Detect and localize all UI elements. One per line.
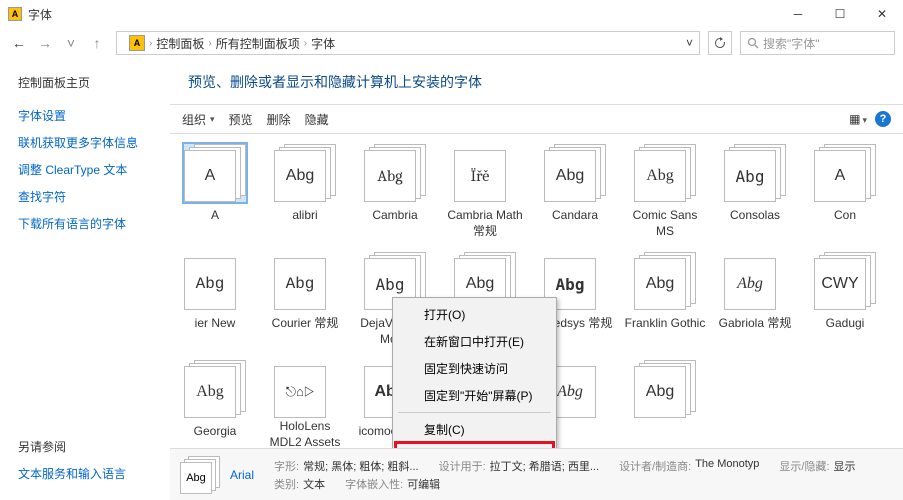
sidebar-seealso-head: 另请参阅 bbox=[18, 438, 158, 455]
font-item[interactable]: ⎋⌂▷HoloLens MDL2 Assets 常规 bbox=[260, 358, 350, 448]
view-options-dropdown[interactable]: ▦ bbox=[849, 112, 867, 126]
sidebar-link[interactable]: 字体设置 bbox=[18, 107, 158, 124]
details-label: 设计者/制造商: bbox=[619, 458, 691, 474]
font-label: Cambria Math 常规 bbox=[440, 208, 530, 239]
font-label: Georgia bbox=[192, 424, 239, 440]
window-title: 字体 bbox=[28, 6, 52, 23]
details-thumbnail: Abg bbox=[180, 456, 220, 494]
font-item[interactable]: AbgGeorgia bbox=[170, 358, 260, 448]
toolbar-preview[interactable]: 预览 bbox=[229, 111, 253, 128]
font-label: Cambria bbox=[370, 208, 419, 224]
nav-back-button[interactable]: ← bbox=[8, 32, 30, 54]
menu-item-open-new[interactable]: 在新窗口中打开(E) bbox=[396, 328, 553, 355]
font-label: Con bbox=[832, 208, 858, 224]
font-label: Courier 常规 bbox=[270, 316, 341, 332]
details-label: 字体嵌入性: bbox=[345, 476, 403, 492]
breadcrumb-dropdown-icon[interactable]: ˅ bbox=[686, 36, 693, 50]
font-item[interactable]: AbgConsolas bbox=[710, 142, 800, 250]
nav-recent-dropdown[interactable]: ˅ bbox=[60, 32, 82, 54]
font-label: Gadugi bbox=[824, 316, 867, 332]
page-title: 预览、删除或者显示和隐藏计算机上安装的字体 bbox=[170, 58, 903, 104]
toolbar-organize[interactable]: 组织 bbox=[182, 111, 215, 128]
details-value: 可编辑 bbox=[407, 476, 440, 492]
search-placeholder: 搜索"字体" bbox=[763, 35, 820, 52]
font-item[interactable]: ÏřěCambria Math 常规 bbox=[440, 142, 530, 250]
sidebar-link[interactable]: 下载所有语言的字体 bbox=[18, 215, 158, 232]
font-label: Consolas bbox=[728, 208, 782, 224]
sidebar-link[interactable]: 联机获取更多字体信息 bbox=[18, 134, 158, 151]
font-item[interactable]: Abg bbox=[620, 358, 710, 448]
nav-forward-button[interactable]: → bbox=[34, 32, 56, 54]
sidebar-link[interactable]: 查找字符 bbox=[18, 188, 158, 205]
font-item[interactable]: AA bbox=[170, 142, 260, 250]
breadcrumb-item[interactable]: 字体 bbox=[311, 35, 335, 52]
details-label: 设计用于: bbox=[439, 458, 486, 474]
font-item[interactable]: AbgCourier 常规 bbox=[260, 250, 350, 358]
address-icon: A bbox=[129, 35, 145, 51]
font-label: HoloLens MDL2 Assets 常规 bbox=[260, 419, 350, 448]
menu-item-copy[interactable]: 复制(C) bbox=[396, 416, 553, 443]
nav-up-button[interactable]: ↑ bbox=[86, 32, 108, 54]
breadcrumb[interactable]: A 控制面板 所有控制面板项 字体 ˅ bbox=[116, 31, 700, 55]
font-label: Franklin Gothic bbox=[623, 316, 708, 332]
font-label: Gabriola 常规 bbox=[717, 316, 794, 332]
font-label: ier New bbox=[193, 316, 238, 332]
details-value: 拉丁文; 希腊语; 西里... bbox=[490, 458, 599, 474]
app-icon: A bbox=[8, 7, 22, 21]
context-menu: 打开(O)在新窗口中打开(E)固定到快速访问固定到"开始"屏幕(P) 复制(C)删… bbox=[392, 297, 557, 448]
search-icon bbox=[747, 37, 759, 49]
maximize-button[interactable]: ☐ bbox=[819, 0, 861, 28]
minimize-button[interactable]: ─ bbox=[777, 0, 819, 28]
menu-item-pin-start[interactable]: 固定到"开始"屏幕(P) bbox=[396, 382, 553, 409]
font-label: alibri bbox=[290, 208, 319, 224]
toolbar-hide[interactable]: 隐藏 bbox=[305, 111, 329, 128]
details-value: 显示 bbox=[834, 458, 856, 474]
help-icon[interactable]: ? bbox=[875, 111, 891, 127]
font-item[interactable]: Abgier New bbox=[170, 250, 260, 358]
font-item[interactable]: Abgalibri bbox=[260, 142, 350, 250]
sidebar-home[interactable]: 控制面板主页 bbox=[18, 74, 158, 91]
menu-item-open[interactable]: 打开(O) bbox=[396, 301, 553, 328]
font-item[interactable]: AbgComic Sans MS bbox=[620, 142, 710, 250]
menu-item-delete[interactable]: 删除(D) bbox=[396, 443, 553, 448]
font-item[interactable]: AbgFranklin Gothic bbox=[620, 250, 710, 358]
details-value: 常规; 黑体; 粗体; 粗斜... bbox=[303, 458, 419, 474]
refresh-button[interactable] bbox=[708, 31, 732, 55]
toolbar-delete[interactable]: 删除 bbox=[267, 111, 291, 128]
details-label: 类别: bbox=[274, 476, 299, 492]
font-item[interactable]: AbgGabriola 常规 bbox=[710, 250, 800, 358]
font-label: A bbox=[209, 208, 221, 224]
details-pane: Abg Arial 字形:常规; 黑体; 粗体; 粗斜... 设计用于:拉丁文; … bbox=[170, 448, 903, 500]
close-button[interactable]: ✕ bbox=[861, 0, 903, 28]
details-label: 显示/隐藏: bbox=[779, 458, 829, 474]
font-item[interactable]: CWYGadugi bbox=[800, 250, 890, 358]
font-label: Comic Sans MS bbox=[620, 208, 710, 239]
menu-item-pin-qa[interactable]: 固定到快速访问 bbox=[396, 355, 553, 382]
details-font-name: Arial bbox=[230, 468, 254, 482]
details-value: 文本 bbox=[303, 476, 325, 492]
font-item[interactable]: ACon bbox=[800, 142, 890, 250]
font-item[interactable]: AbgCambria bbox=[350, 142, 440, 250]
search-input[interactable]: 搜索"字体" bbox=[740, 31, 895, 55]
sidebar-seealso-link[interactable]: 文本服务和输入语言 bbox=[18, 465, 158, 482]
font-item[interactable]: AbgCandara bbox=[530, 142, 620, 250]
sidebar-link[interactable]: 调整 ClearType 文本 bbox=[18, 161, 158, 178]
font-label: Candara bbox=[550, 208, 600, 224]
breadcrumb-item[interactable]: 所有控制面板项 bbox=[216, 35, 300, 52]
breadcrumb-item[interactable]: 控制面板 bbox=[156, 35, 204, 52]
details-value: The Monotyp bbox=[695, 458, 759, 474]
details-label: 字形: bbox=[274, 458, 299, 474]
